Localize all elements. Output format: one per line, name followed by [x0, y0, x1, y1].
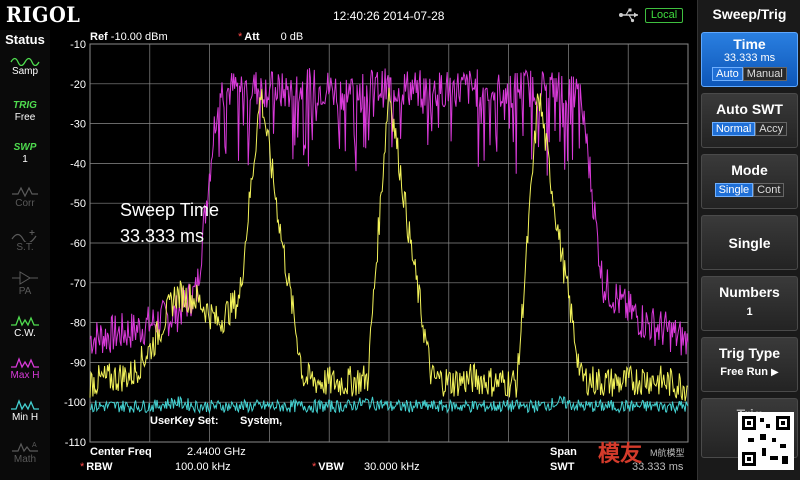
trig-type-softkey[interactable]: Trig Type Free Run ▶ [701, 337, 798, 392]
vbw-value: 30.000 kHz [364, 461, 420, 473]
y-tick-label: -70 [70, 278, 86, 290]
y-tick-label: -50 [70, 198, 86, 210]
svg-text:A: A [32, 442, 37, 449]
auto-swt-normal-option[interactable]: Normal [711, 122, 756, 136]
status-swp-label: SWP [13, 142, 37, 153]
y-axis-ticks: -10 -20 -30 -40 -50 -60 -70 -80 -90 -100 -110 [64, 39, 86, 449]
attenuation[interactable]: * Att 0 dB [238, 31, 303, 43]
y-tick-label: -90 [70, 357, 86, 369]
math-icon: A [12, 442, 38, 453]
status-st-label: S.T. [16, 242, 34, 253]
span-label[interactable]: Span [550, 446, 577, 458]
y-tick-label: -100 [64, 397, 86, 409]
status-st: S.T. [4, 226, 46, 264]
ref-value: -10.00 dBm [110, 31, 168, 43]
mode-label: Mode [731, 162, 768, 178]
qr-code-icon [738, 412, 794, 470]
sweep-time-title: Sweep Time [120, 200, 220, 220]
auto-swt-label: Auto SWT [716, 101, 783, 117]
corr-icon [12, 186, 38, 198]
status-trig-label: TRIG [13, 100, 37, 111]
spectrum-chart: -10 -20 -30 -40 -50 -60 -70 -80 -90 -100 -110 [64, 39, 689, 449]
auto-swt-accy-option[interactable]: Accy [755, 122, 788, 136]
numbers-softkey[interactable]: Numbers 1 [701, 276, 798, 331]
sweep-time-value: 33.333 ms [120, 226, 205, 246]
status-cw-label: C.W. [14, 328, 36, 339]
status-panel: Status Samp TRIG Free SWP 1 Corr S.T. PA… [0, 30, 50, 480]
center-freq-label[interactable]: Center Freq [90, 446, 152, 458]
source-tracking-icon [11, 230, 37, 242]
y-tick-label: -60 [70, 238, 86, 250]
status-maxh: Max H [4, 354, 46, 392]
userkey-label: UserKey Set: [150, 415, 219, 427]
softkey-menu: Sweep/Trig Time 33.333 ms Auto Manual Au… [697, 0, 800, 480]
trig-type-value: Free Run [720, 366, 768, 378]
status-corr: Corr [4, 182, 46, 220]
status-swp: SWP 1 [4, 142, 46, 180]
preamp-icon [12, 271, 38, 285]
att-value: 0 dB [280, 31, 304, 43]
status-minh-label: Min H [11, 412, 39, 423]
y-tick-label: -40 [70, 158, 86, 170]
time-value: 33.333 ms [723, 52, 776, 64]
local-indicator: Local [645, 8, 683, 23]
status-title: Status [5, 32, 45, 47]
numbers-label: Numbers [719, 284, 780, 300]
usb-icon [619, 8, 638, 23]
top-bar: RIGOL 12:40:26 2014-07-28 Local [0, 0, 697, 30]
min-hold-icon [11, 399, 39, 411]
rbw-value: 100.00 kHz [175, 461, 231, 473]
date-time: 12:40:26 2014-07-28 [333, 9, 445, 23]
y-tick-label: -80 [70, 318, 86, 330]
ref-label: Ref [90, 31, 108, 43]
time-auto-option[interactable]: Auto [712, 67, 743, 81]
time-label: Time [733, 36, 766, 52]
numbers-value: 1 [746, 306, 753, 318]
mode-softkey[interactable]: Mode Single Cont [701, 154, 798, 209]
trig-type-label: Trig Type [718, 345, 781, 361]
status-minh: Min H [4, 396, 46, 434]
status-trig: TRIG Free [4, 100, 46, 138]
sample-wave-icon [10, 57, 40, 66]
mode-single-option[interactable]: Single [714, 183, 754, 197]
single-softkey[interactable]: Single [701, 215, 798, 270]
time-manual-option[interactable]: Manual [742, 67, 787, 81]
y-tick-label: -20 [70, 79, 86, 91]
trig-type-value-wrap: Free Run ▶ [702, 366, 797, 378]
menu-title: Sweep/Trig [712, 6, 787, 22]
max-hold-icon [11, 357, 39, 369]
userkey-value: System, [240, 415, 283, 427]
status-cw: C.W. [4, 312, 46, 350]
status-swp-value: 1 [22, 154, 28, 165]
rbw-label[interactable]: * RBW [80, 461, 113, 473]
status-corr-label: Corr [15, 198, 35, 209]
status-math: A Math [4, 438, 46, 476]
status-pa: PA [4, 268, 46, 306]
status-sample: Samp [4, 52, 46, 90]
time-softkey[interactable]: Time 33.333 ms Auto Manual [701, 32, 798, 87]
vbw-label[interactable]: * VBW [312, 461, 344, 473]
y-tick-label: -110 [65, 437, 86, 449]
status-sample-label: Samp [11, 66, 39, 77]
y-tick-label: -10 [70, 39, 86, 51]
att-label: Att [244, 31, 260, 43]
clear-write-icon [11, 315, 39, 327]
auto-swt-softkey[interactable]: Auto SWT Normal Accy [701, 93, 798, 148]
center-freq-value: 2.4400 GHz [187, 446, 246, 458]
status-maxh-label: Max H [10, 370, 40, 381]
arrow-right-icon: ▶ [770, 367, 779, 378]
ref-level[interactable]: Ref -10.00 dBm [90, 31, 168, 43]
y-tick-label: -30 [70, 119, 86, 131]
att-star-icon: * [238, 31, 243, 43]
swt-value: 33.333 ms [632, 461, 684, 473]
swt-label[interactable]: SWT [550, 461, 574, 473]
status-trig-value: Free [14, 112, 36, 123]
status-math-label: Math [13, 454, 37, 465]
status-pa-label: PA [18, 286, 32, 297]
brand-logo: RIGOL [6, 2, 81, 27]
spectrum-display[interactable]: -10 -20 -30 -40 -50 -60 -70 -80 -90 -100 -110 Ref … [50, 30, 697, 480]
mode-cont-option[interactable]: Cont [753, 183, 785, 197]
single-label: Single [728, 235, 771, 251]
